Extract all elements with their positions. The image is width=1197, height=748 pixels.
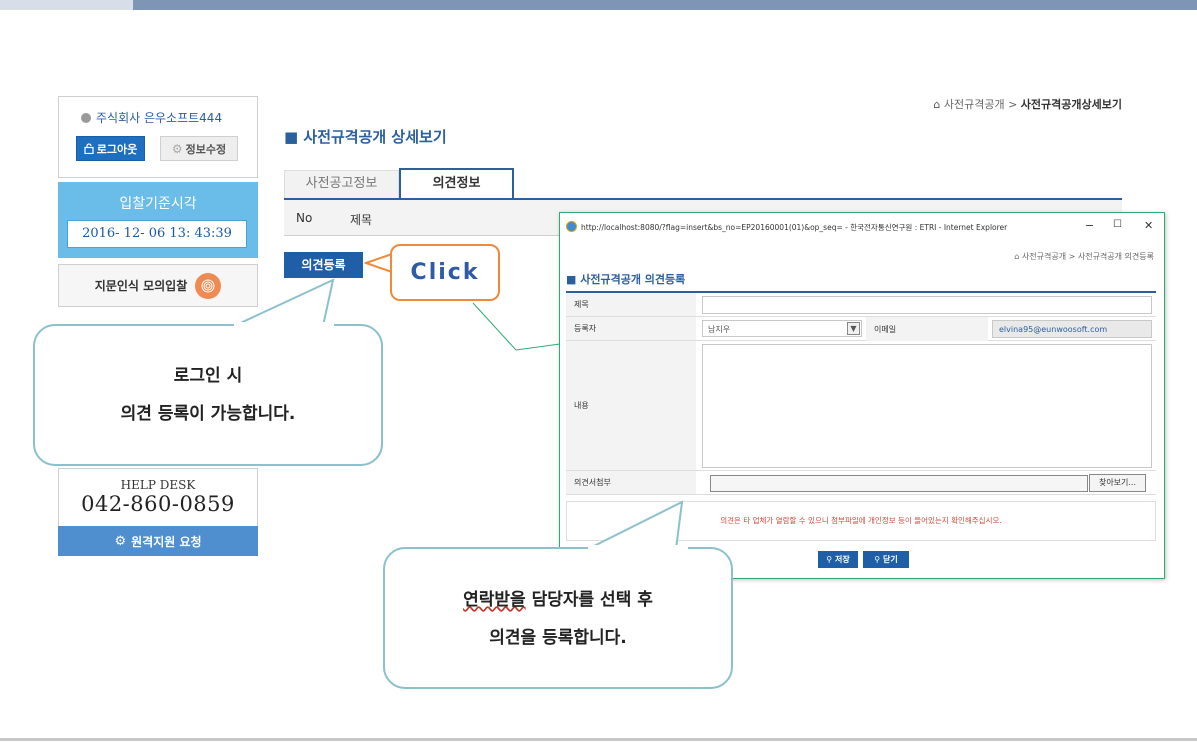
popup-titlebar: http://localhost:8080/?flag=insert&bs_no… xyxy=(560,213,1164,241)
close-button[interactable]: ⚲ 닫기 xyxy=(863,551,909,568)
connector-line-to-popup xyxy=(472,302,561,351)
chevron-down-icon: ▼ xyxy=(847,322,860,335)
bubble1-line1: 로그인 시 xyxy=(173,366,243,386)
field-label-registrant: 등록자 xyxy=(566,317,696,340)
field-label-title: 제목 xyxy=(566,293,696,316)
bubble2-line1-rest: 담당자를 선택 후 xyxy=(525,590,653,610)
field-label-attachment: 의견서첨부 xyxy=(566,471,696,494)
save-label: 저장 xyxy=(834,555,850,564)
form-row-content: 내용 xyxy=(566,341,1156,471)
home-icon: ⌂ xyxy=(1014,252,1020,261)
click-callout: Click xyxy=(390,244,500,301)
bubble2-underlined-word: 연락받을 xyxy=(463,590,526,610)
bubble2-tail-cover xyxy=(588,545,688,551)
attachment-file-input[interactable] xyxy=(710,475,1088,492)
minimize-button[interactable]: − xyxy=(1085,219,1094,232)
form-row-registrant: 등록자 남지우 ▼ 이메일 elvina95@eunwoosoft.com xyxy=(566,317,1156,341)
browse-button[interactable]: 찾아보기... xyxy=(1089,474,1146,492)
registrant-select-value: 남지우 xyxy=(708,325,731,334)
popup-title: ■ 사전규격공개 의견등록 xyxy=(566,273,686,286)
opinion-form: 제목 등록자 남지우 ▼ 이메일 elvina95@eunwoosoft.com… xyxy=(566,291,1156,495)
popup-window-title: http://localhost:8080/?flag=insert&bs_no… xyxy=(581,223,1008,232)
email-field[interactable]: elvina95@eunwoosoft.com xyxy=(992,320,1152,338)
bubble2-tail xyxy=(587,500,684,550)
bubble1-line2: 의견 등록이 가능합니다. xyxy=(120,404,296,424)
field-label-content: 내용 xyxy=(566,341,696,470)
login-hint-bubble: 로그인 시 의견 등록이 가능합니다. xyxy=(33,324,383,466)
search-icon: ⚲ xyxy=(874,555,881,564)
close-label: 닫기 xyxy=(882,555,898,564)
internet-explorer-icon xyxy=(566,221,577,232)
bubble1-tail-cover xyxy=(234,322,334,328)
register-hint-bubble: 연락받을 담당자를 선택 후 의견을 등록합니다. xyxy=(383,547,733,689)
bubble2-line2: 의견을 등록합니다. xyxy=(489,628,627,648)
title-input[interactable] xyxy=(702,296,1152,314)
field-label-email: 이메일 xyxy=(866,317,988,341)
form-row-title: 제목 xyxy=(566,293,1156,317)
content-textarea[interactable] xyxy=(702,344,1152,468)
bottom-divider xyxy=(0,738,1197,741)
save-button[interactable]: ⚲ 저장 xyxy=(818,551,858,568)
popup-breadcrumb-text: 사전규격공개 > 사전규격공개 의견등록 xyxy=(1021,252,1154,261)
form-row-attachment: 의견서첨부 찾아보기... xyxy=(566,471,1156,495)
registrant-select[interactable]: 남지우 ▼ xyxy=(702,320,862,337)
search-icon: ⚲ xyxy=(826,555,833,564)
close-window-button[interactable]: ✕ xyxy=(1144,219,1153,232)
maximize-button[interactable]: ☐ xyxy=(1113,219,1122,230)
popup-breadcrumb: ⌂ 사전규격공개 > 사전규격공개 의견등록 xyxy=(1014,251,1154,262)
bubble2-line1: 연락받을 담당자를 선택 후 xyxy=(385,581,731,619)
